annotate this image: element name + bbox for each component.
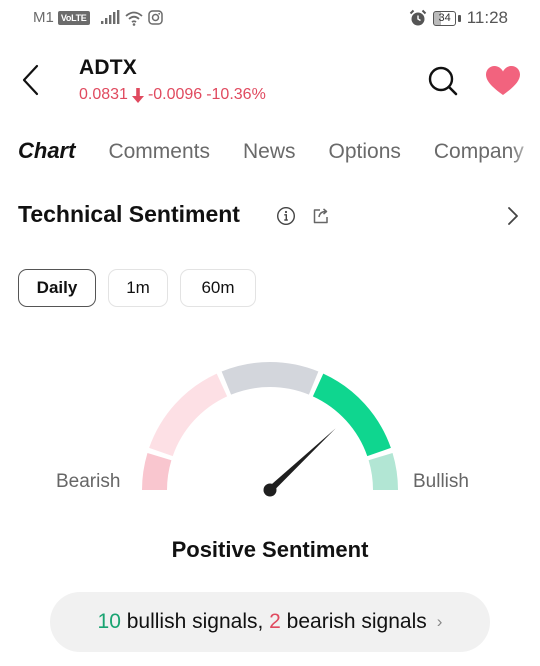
search-icon xyxy=(428,66,458,96)
search-button[interactable] xyxy=(426,64,460,98)
clock: 11:28 xyxy=(466,8,508,27)
signals-summary-button[interactable]: 10 bullish signals, 2 bearish signals › xyxy=(50,592,490,652)
tab-comments[interactable]: Comments xyxy=(108,140,210,164)
tab-news[interactable]: News xyxy=(243,140,296,164)
bullish-label: Bullish xyxy=(413,471,469,492)
info-icon xyxy=(276,206,296,226)
volte-badge: VoLTE xyxy=(57,10,90,25)
gauge-segment-bearish xyxy=(149,373,228,457)
tabs-overflow-fade xyxy=(510,135,540,169)
share-icon xyxy=(313,208,328,224)
sentiment-verdict: Positive Sentiment xyxy=(171,537,369,562)
quote-line: 0.0831 -0.0096 -10.36% xyxy=(79,86,266,104)
battery-tip xyxy=(457,14,461,22)
info-button[interactable] xyxy=(276,206,296,226)
price-change-percent: -10.36% xyxy=(206,86,266,103)
back-arrow-icon xyxy=(22,64,39,96)
wifi-icon xyxy=(124,11,143,26)
gauge-segment-bullish xyxy=(312,373,391,457)
last-price: 0.0831 xyxy=(79,86,128,103)
bullish-signal-text: bullish signals, xyxy=(120,610,270,633)
tab-options[interactable]: Options xyxy=(329,140,401,164)
tab-bar: Chart Comments News Options Company xyxy=(15,138,540,167)
ticker-symbol: ADTX xyxy=(79,56,137,79)
signal-bars-icon xyxy=(100,10,119,24)
period-60m-button[interactable]: 60m xyxy=(180,269,256,307)
section-expand-button[interactable] xyxy=(503,205,523,227)
period-daily-button[interactable]: Daily xyxy=(18,269,96,307)
favorite-button[interactable] xyxy=(484,64,522,98)
gauge-needle xyxy=(267,428,336,493)
bearish-label: Bearish xyxy=(56,471,121,492)
gauge-segment-strong-bearish xyxy=(142,453,172,490)
carrier-label: M1 xyxy=(33,9,54,26)
period-1m-button[interactable]: 1m xyxy=(108,269,168,307)
down-arrow-icon xyxy=(131,87,144,103)
status-bar-left: M1 VoLTE xyxy=(33,9,163,26)
back-button[interactable] xyxy=(14,60,46,100)
status-bar-right: 34 11:28 xyxy=(409,8,508,28)
section-title: Technical Sentiment xyxy=(18,201,240,227)
alarm-icon xyxy=(410,9,427,26)
gauge-needle-hub xyxy=(263,483,277,497)
price-change: -0.0096 xyxy=(147,86,203,103)
tab-chart[interactable]: Chart xyxy=(15,138,79,167)
stock-header: ADTX 0.0831 -0.0096 -10.36% xyxy=(0,52,540,112)
bearish-signal-text: bearish signals xyxy=(280,610,427,633)
bearish-signal-count: 2 xyxy=(269,610,281,633)
battery-icon: 34 xyxy=(433,10,461,26)
bullish-signal-count: 10 xyxy=(97,610,121,633)
chevron-right-icon: › xyxy=(436,612,443,631)
status-bar: M1 VoLTE 34 11:28 xyxy=(0,0,540,38)
period-selector: Daily 1m 60m xyxy=(18,269,256,307)
share-button[interactable] xyxy=(311,206,331,226)
gauge-segment-strong-bullish xyxy=(368,453,398,490)
chevron-right-icon xyxy=(508,207,518,225)
gauge-segment-neutral xyxy=(221,362,319,395)
instagram-icon xyxy=(147,10,163,25)
battery-level: 34 xyxy=(433,10,456,26)
heart-icon xyxy=(486,66,520,95)
